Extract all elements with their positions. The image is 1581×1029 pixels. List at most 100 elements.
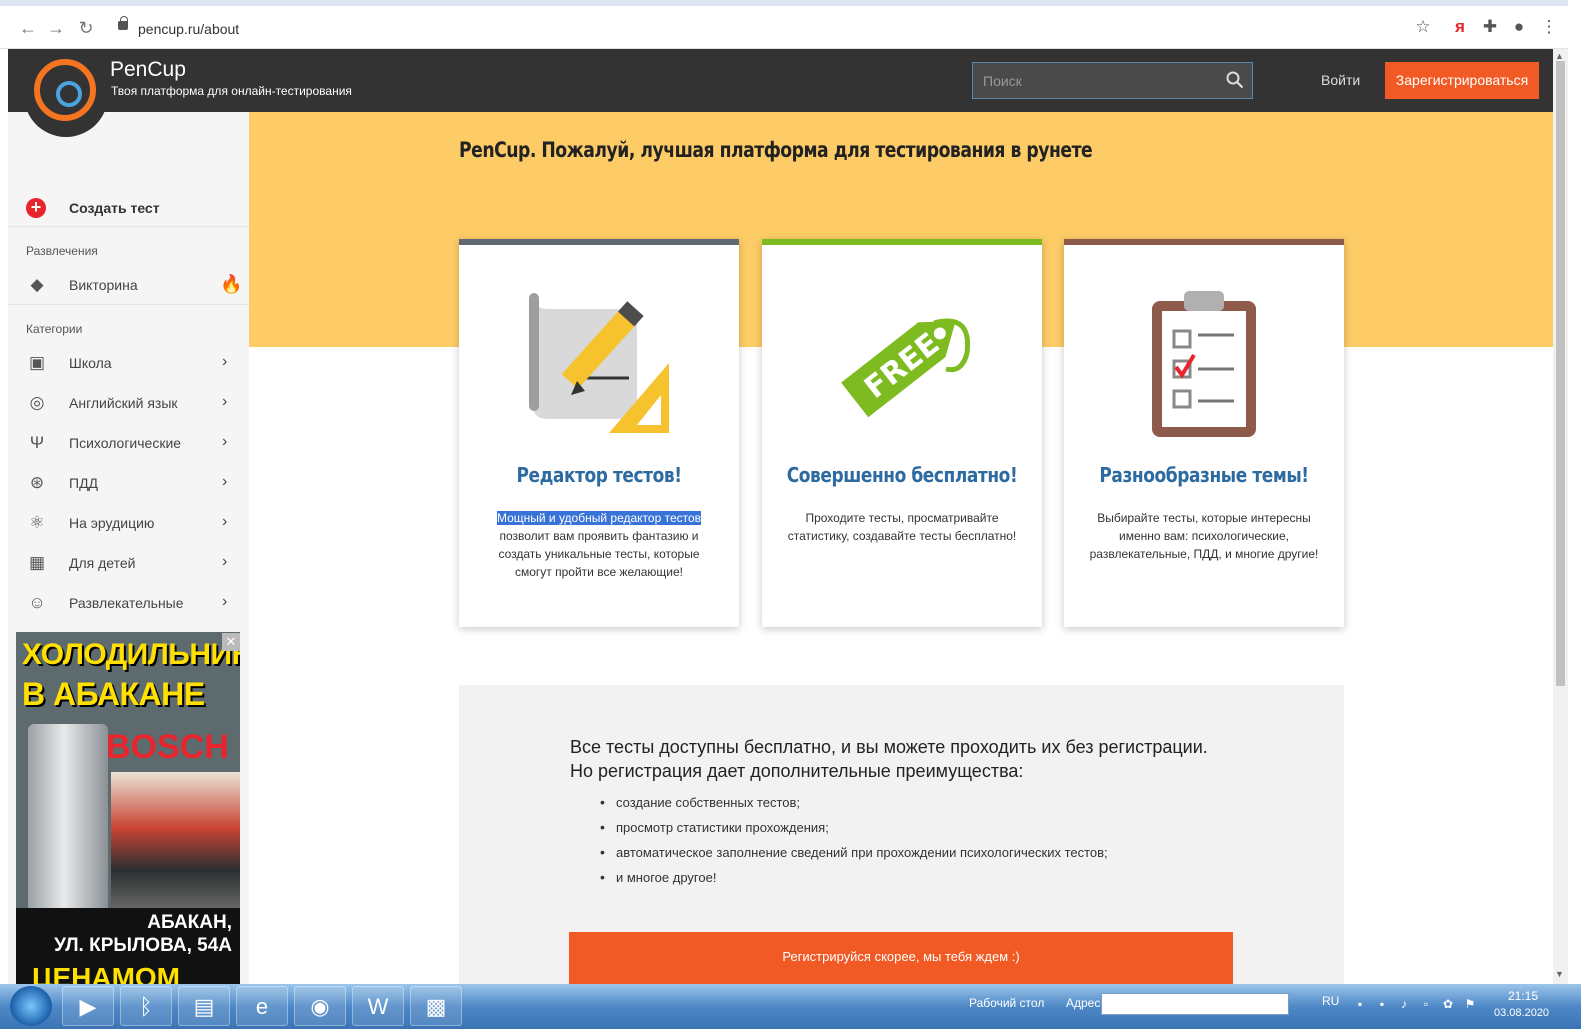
presentation-app-icon[interactable]: ▩: [410, 986, 462, 1026]
clock-date[interactable]: 03.08.2020: [1494, 1007, 1549, 1019]
sidebar-item-school[interactable]: ▣ Школа ›: [8, 344, 249, 382]
ad-banner[interactable]: ХОЛОДИЛЬНИКИ В АБАКАНЕ BOSCH АБАКАН, УЛ.…: [16, 632, 240, 984]
register-button[interactable]: Зарегистрироваться: [1385, 62, 1539, 99]
address-bar[interactable]: pencup.ru/about: [138, 21, 239, 37]
sidebar-item-erudition[interactable]: ⚛ На эрудицию ›: [8, 504, 249, 542]
feature-card-editor: Редактор тестов! Мощный и удобный редакт…: [459, 239, 739, 627]
sidebar-item-english[interactable]: ◎ Английский язык ›: [8, 384, 249, 422]
volume-icon[interactable]: ♪: [1396, 996, 1412, 1012]
tray-flower-icon[interactable]: ✿: [1440, 996, 1456, 1012]
ad-close-icon[interactable]: ✕: [222, 633, 240, 651]
list-item: просмотр статистики прохождения;: [600, 819, 1108, 845]
create-test-button[interactable]: + Создать тест: [26, 196, 246, 226]
divider: [8, 226, 249, 227]
scroll-thumb[interactable]: [1556, 61, 1565, 686]
taskbar-address-input[interactable]: [1101, 993, 1289, 1015]
tray-display-icon[interactable]: ▫: [1418, 996, 1434, 1012]
logo-mark: [34, 59, 96, 121]
card-text: Выбирайте тесты, которые интересны именн…: [1089, 511, 1319, 561]
create-test-label: Создать тест: [69, 200, 160, 216]
ad-kitchen-image: [111, 772, 240, 912]
card-text-body: позволит вам проявить фантазию и создать…: [498, 529, 700, 579]
brand-tagline: Твоя платформа для онлайн-тестирования: [111, 84, 352, 98]
chevron-right-icon: ›: [222, 473, 228, 490]
tab-strip: [0, 0, 1568, 6]
list-item: создание собственных тестов;: [600, 794, 1108, 820]
address-toolbar-label: Адрес: [1066, 996, 1101, 1010]
scroll-down-icon[interactable]: ▼: [1555, 969, 1564, 979]
sidebar-item-label: ПДД: [69, 475, 99, 491]
scroll-up-icon[interactable]: ▲: [1555, 51, 1564, 61]
register-cta-button[interactable]: Регистрируйся скорее, мы тебя ждем :): [569, 932, 1233, 984]
chevron-right-icon: ›: [222, 553, 228, 570]
search-icon[interactable]: [1226, 71, 1244, 89]
sidebar-item-label: Английский язык: [69, 395, 178, 411]
ad-bottom-text: ЦЕНАМОМ: [32, 962, 180, 984]
school-icon: ▣: [28, 353, 46, 372]
quiz-icon: ◆: [30, 275, 44, 294]
ad-headline-1: ХОЛОДИЛЬНИКИ: [22, 638, 240, 671]
reload-icon[interactable]: ↻: [74, 16, 98, 40]
pencup-logo[interactable]: [24, 49, 108, 137]
ad-brand: BOSCH: [106, 728, 229, 766]
chrome-icon[interactable]: ◉: [294, 986, 346, 1026]
card-text: Проходите тесты, просматривайте статисти…: [787, 511, 1017, 543]
window-edge: [1568, 0, 1581, 1029]
sidebar-item-label: Школа: [69, 355, 112, 371]
brand-name[interactable]: PenCup: [110, 58, 186, 82]
sidebar-item-label: Развлекательные: [69, 595, 184, 611]
sidebar-item-entertainment[interactable]: ☺ Развлекательные ›: [8, 584, 249, 622]
ad-headline-2: В АБАКАНЕ: [22, 676, 205, 712]
yandex-icon[interactable]: я: [1449, 16, 1471, 38]
taskbar: ▶ ᛒ ▤ e ◉ W ▩ Рабочий стол Адрес RU ▪ ▪ …: [0, 984, 1581, 1029]
chevron-right-icon: ›: [222, 513, 228, 530]
start-button[interactable]: [10, 986, 52, 1026]
chevron-right-icon: ›: [222, 353, 228, 370]
sidebar-item-psychology[interactable]: Ψ Психологические ›: [8, 424, 249, 462]
selected-text: Мощный и удобный редактор тестов: [496, 511, 702, 525]
editor-illustration-icon: [529, 293, 669, 433]
profile-icon[interactable]: ●: [1508, 16, 1530, 38]
language-indicator[interactable]: RU: [1322, 994, 1339, 1008]
bluetooth-icon[interactable]: ᛒ: [120, 986, 172, 1026]
search-input[interactable]: [973, 63, 1213, 98]
ad-fridge-image: [28, 724, 108, 924]
feature-card-topics: Разнообразные темы! Выбирайте тесты, кот…: [1064, 239, 1344, 627]
ad-city: АБАКАН,: [147, 912, 232, 933]
extensions-icon[interactable]: ✚: [1479, 16, 1501, 38]
list-item: и многое другое!: [600, 869, 1108, 895]
tray-app-icon[interactable]: ▪: [1374, 996, 1390, 1012]
sidebar-item-traffic-rules[interactable]: ⊛ ПДД ›: [8, 464, 249, 502]
info-line-1: Все тесты доступны бесплатно, и вы может…: [570, 737, 1208, 757]
card-title: Редактор тестов!: [516, 463, 682, 487]
menu-icon[interactable]: ⋮: [1538, 16, 1560, 38]
sidebar-item-label: Психологические: [69, 435, 182, 451]
clock-time[interactable]: 21:15: [1508, 989, 1538, 1003]
sidebar-item-kids[interactable]: ▦ Для детей ›: [8, 544, 249, 582]
internet-explorer-icon[interactable]: e: [236, 986, 288, 1026]
folder-icon[interactable]: ▤: [178, 986, 230, 1026]
sidebar-item-label: Для детей: [69, 555, 136, 571]
flag-icon[interactable]: ⚑: [1462, 996, 1478, 1012]
sidebar-item-quiz[interactable]: ◆ Викторина 🔥: [8, 266, 249, 304]
page-scrollbar[interactable]: ▲ ▼: [1553, 49, 1568, 984]
forward-icon[interactable]: →: [44, 16, 68, 40]
list-item: автоматическое заполнение сведений при п…: [600, 844, 1108, 870]
media-player-icon[interactable]: ▶: [62, 986, 114, 1026]
plus-icon: +: [26, 198, 46, 218]
free-tag-icon: FREE: [841, 318, 971, 418]
back-icon[interactable]: ←: [16, 16, 40, 40]
tray-network-icon[interactable]: ▪: [1352, 996, 1368, 1012]
login-link[interactable]: Войти: [1321, 72, 1360, 88]
psi-icon: Ψ: [29, 433, 45, 452]
desktop-toolbar-label[interactable]: Рабочий стол: [969, 996, 1044, 1010]
fire-icon: 🔥: [220, 274, 243, 294]
lock-icon: [118, 16, 128, 30]
info-line-2: Но регистрация дает дополнительные преим…: [570, 761, 1024, 781]
card-title: Совершенно бесплатно!: [786, 463, 1018, 487]
feature-card-free: FREE Совершенно бесплатно! Проходите тес…: [762, 239, 1042, 627]
browser-toolbar: ← → ↻ pencup.ru/about ☆ я ✚ ● ⋮: [0, 0, 1568, 49]
star-icon[interactable]: ☆: [1412, 16, 1434, 38]
chevron-right-icon: ›: [222, 393, 228, 410]
word-icon[interactable]: W: [352, 986, 404, 1026]
